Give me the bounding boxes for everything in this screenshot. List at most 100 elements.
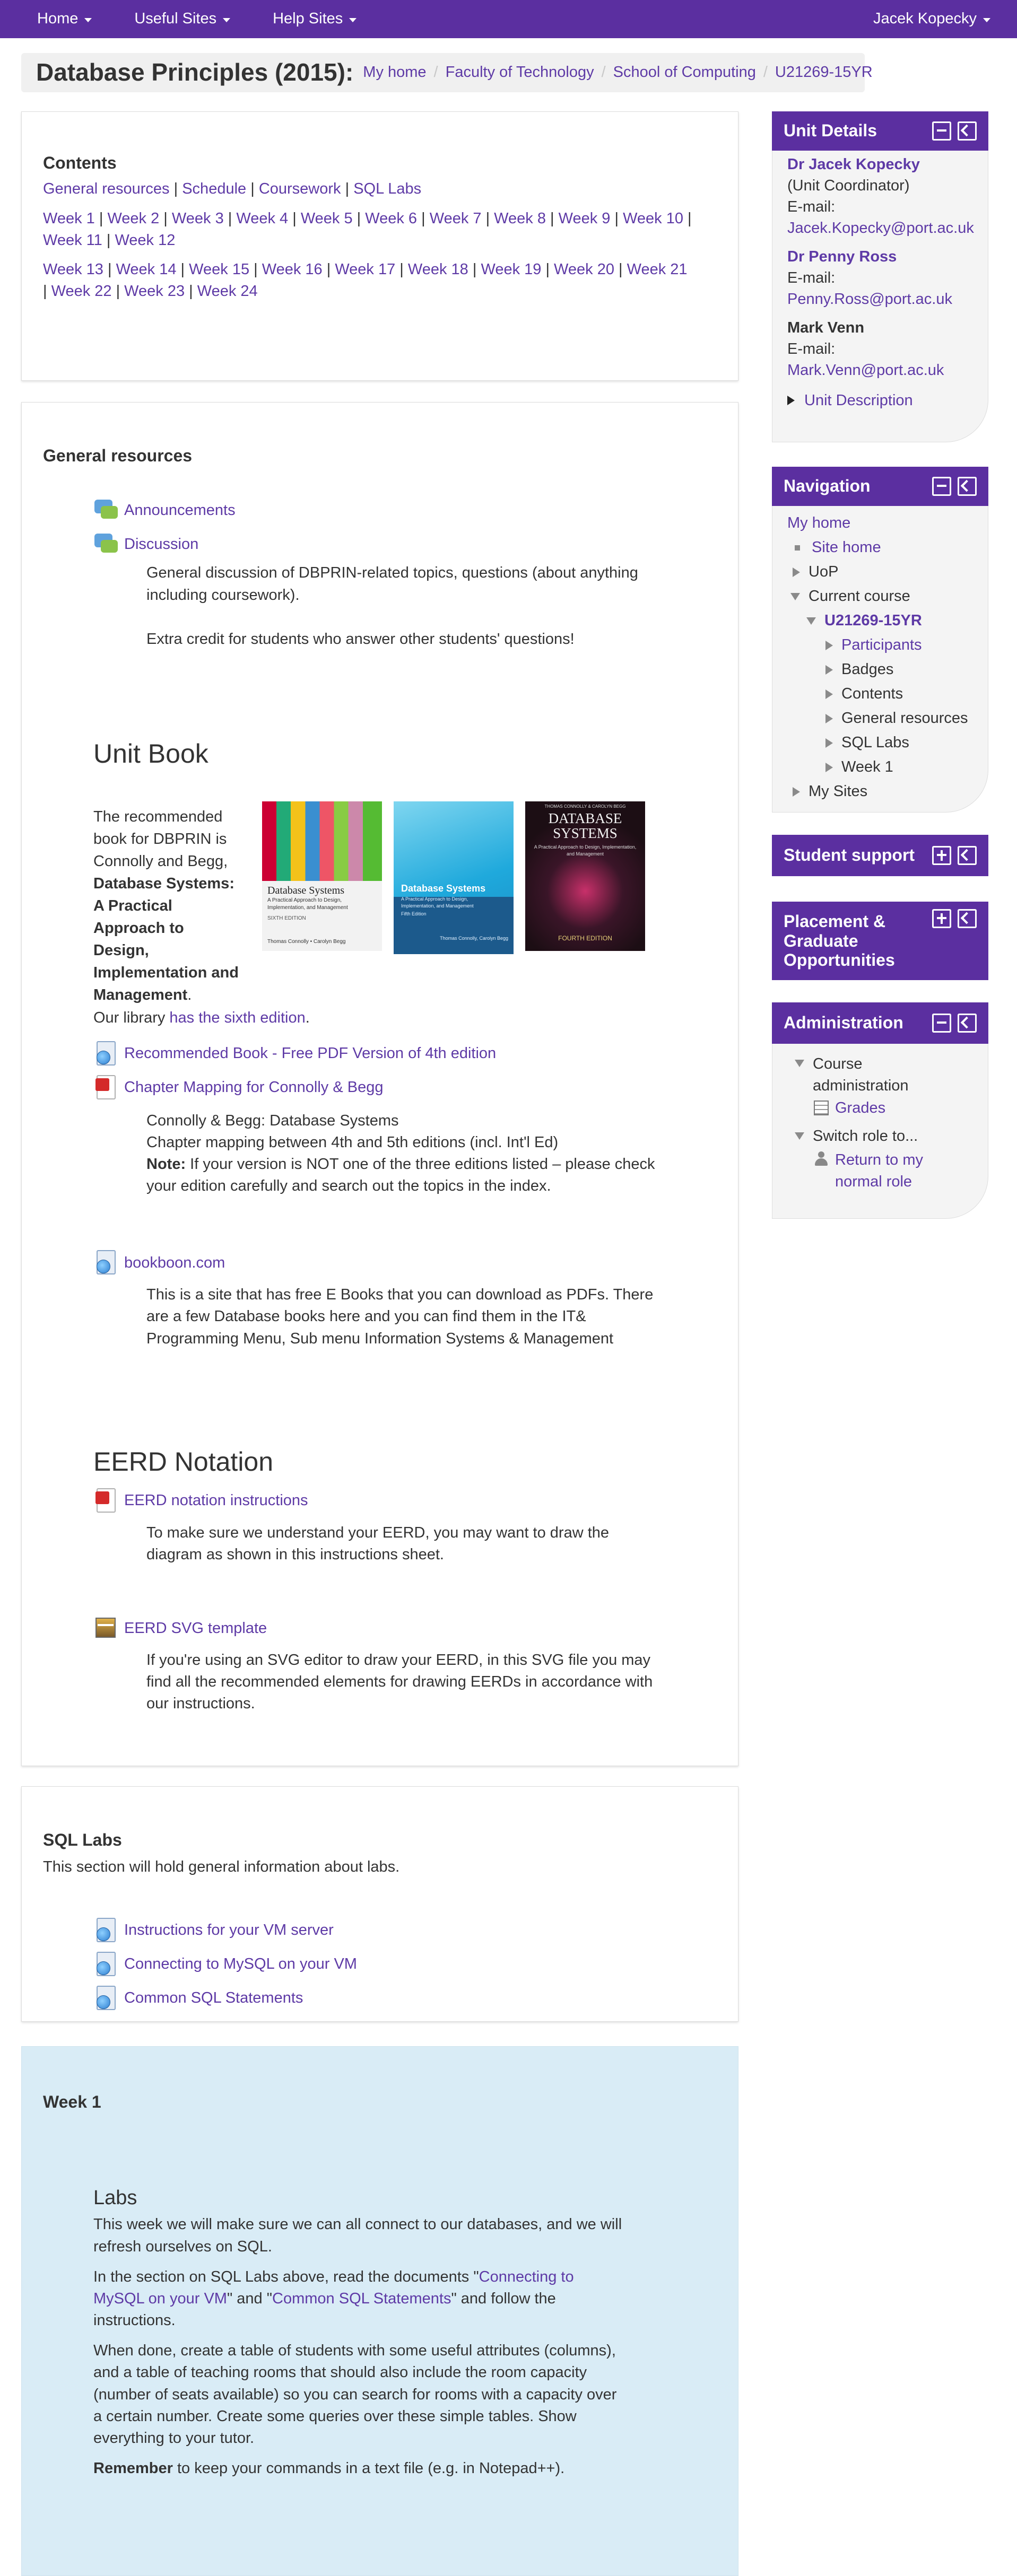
nav-my-home[interactable]: My home xyxy=(787,512,850,534)
show-block-icon[interactable] xyxy=(932,909,951,928)
nav-uop[interactable]: UoP xyxy=(787,560,973,584)
url-icon xyxy=(93,1041,119,1067)
sql-lab-link[interactable]: Common SQL Statements xyxy=(124,1987,303,2009)
week-link[interactable]: Week 8 xyxy=(494,210,546,227)
week-link[interactable]: Week 14 xyxy=(116,261,177,278)
grades-link[interactable]: Grades xyxy=(835,1097,885,1119)
breadcrumb-faculty[interactable]: Faculty of Technology xyxy=(446,62,594,83)
week-link[interactable]: Week 1 xyxy=(43,210,95,227)
contents-link-schedule[interactable]: Schedule xyxy=(182,180,246,197)
breadcrumb-course[interactable]: U21269-15YR xyxy=(775,62,873,83)
week-link[interactable]: Week 5 xyxy=(301,210,353,227)
week-link[interactable]: Week 6 xyxy=(365,210,417,227)
nav-course-link[interactable]: U21269-15YR xyxy=(824,610,922,632)
sql-lab-activity[interactable]: Connecting to MySQL on your VM xyxy=(93,1948,717,1981)
dock-block-icon[interactable] xyxy=(958,909,977,928)
week-link[interactable]: Week 22 xyxy=(51,283,112,300)
nav-general-resources[interactable]: General resources xyxy=(787,706,973,731)
eerd-instructions-activity[interactable]: EERD notation instructions xyxy=(93,1484,717,1518)
week-link[interactable]: Week 15 xyxy=(189,261,249,278)
student-support-header[interactable]: Student support xyxy=(772,835,988,876)
general-resources-section: General resources Announcements Discussi… xyxy=(21,402,738,1766)
unit-description-toggle[interactable]: Unit Description xyxy=(787,388,973,413)
announcements-link[interactable]: Announcements xyxy=(124,500,236,521)
hide-block-icon[interactable] xyxy=(932,1014,951,1033)
breadcrumb-school[interactable]: School of Computing xyxy=(613,62,756,83)
discussion-activity[interactable]: Discussion xyxy=(93,527,717,561)
user-menu[interactable]: Jacek Kopecky xyxy=(873,8,990,30)
staff-name-link[interactable]: Dr Penny Ross xyxy=(787,248,897,265)
week-link[interactable]: Week 12 xyxy=(115,232,175,249)
hide-block-icon[interactable] xyxy=(932,121,951,141)
nav-contents[interactable]: Contents xyxy=(787,682,973,706)
menu-useful-sites[interactable]: Useful Sites xyxy=(134,8,231,30)
pdf-book-activity[interactable]: Recommended Book - Free PDF Version of 4… xyxy=(93,1037,717,1071)
dock-block-icon[interactable] xyxy=(958,121,977,141)
announcements-activity[interactable]: Announcements xyxy=(93,493,717,527)
week-link[interactable]: Week 9 xyxy=(559,210,611,227)
sql-lab-activity[interactable]: Instructions for your VM server xyxy=(93,1914,717,1948)
staff-email-link[interactable]: Penny.Ross@port.ac.uk xyxy=(787,291,952,308)
staff-name-link[interactable]: Dr Jacek Kopecky xyxy=(787,156,920,173)
nav-sql-labs[interactable]: SQL Labs xyxy=(787,731,973,755)
week-link[interactable]: Week 19 xyxy=(481,261,541,278)
staff-email-link[interactable]: Jacek.Kopecky@port.ac.uk xyxy=(787,220,974,237)
sql-lab-activity[interactable]: Common SQL Statements xyxy=(93,1981,717,2015)
sql-lab-link[interactable]: Connecting to MySQL on your VM xyxy=(124,1953,357,1975)
hide-block-icon[interactable] xyxy=(932,477,951,496)
eerd-svg-link[interactable]: EERD SVG template xyxy=(124,1618,267,1639)
placement-header[interactable]: Placement & Graduate Opportunities xyxy=(772,902,988,980)
pdf-book-link[interactable]: Recommended Book - Free PDF Version of 4… xyxy=(124,1043,496,1064)
eerd-svg-desc: If you're using an SVG editor to draw yo… xyxy=(146,1652,653,1713)
library-link[interactable]: has the sixth edition xyxy=(169,1009,305,1026)
nav-site-home[interactable]: Site home xyxy=(812,537,881,558)
return-role-link[interactable]: Return to my normal role xyxy=(835,1149,925,1192)
week-link[interactable]: Week 23 xyxy=(124,283,185,300)
contents-link-coursework[interactable]: Coursework xyxy=(259,180,341,197)
contents-link-sql-labs[interactable]: SQL Labs xyxy=(353,180,421,197)
eerd-svg-activity[interactable]: EERD SVG template xyxy=(93,1611,717,1645)
week-link[interactable]: Week 3 xyxy=(172,210,224,227)
week-link[interactable]: Week 20 xyxy=(554,261,614,278)
grades-node[interactable]: Grades xyxy=(795,1096,973,1120)
return-role-node[interactable]: Return to my normal role xyxy=(795,1149,973,1192)
eerd-instructions-link[interactable]: EERD notation instructions xyxy=(124,1490,308,1512)
nav-participants[interactable]: Participants xyxy=(841,634,922,656)
week-link[interactable]: Week 13 xyxy=(43,261,103,278)
switch-role-node[interactable]: Switch role to... xyxy=(795,1123,973,1149)
week-1-link-common-sql[interactable]: Common SQL Statements xyxy=(272,2290,451,2307)
contents-link-general[interactable]: General resources xyxy=(43,180,170,197)
week-link[interactable]: Week 2 xyxy=(107,210,159,227)
week-link[interactable]: Week 24 xyxy=(197,283,258,300)
sql-lab-link[interactable]: Instructions for your VM server xyxy=(124,1919,334,1941)
week-link[interactable]: Week 7 xyxy=(430,210,482,227)
week-link[interactable]: Week 16 xyxy=(262,261,323,278)
week-link[interactable]: Week 18 xyxy=(408,261,468,278)
week-link[interactable]: Week 11 xyxy=(43,232,102,249)
nav-current-course[interactable]: Current course xyxy=(787,584,973,609)
url-icon xyxy=(93,1250,119,1276)
bookboon-link[interactable]: bookboon.com xyxy=(124,1252,225,1274)
nav-my-sites[interactable]: My Sites xyxy=(787,780,973,804)
chapter-mapping-link[interactable]: Chapter Mapping for Connolly & Begg xyxy=(124,1077,383,1098)
week-link[interactable]: Week 10 xyxy=(623,210,683,227)
nav-badges[interactable]: Badges xyxy=(787,658,973,682)
week-link[interactable]: Week 17 xyxy=(335,261,395,278)
show-block-icon[interactable] xyxy=(932,846,951,865)
week-link[interactable]: Week 21 xyxy=(627,261,688,278)
discussion-link[interactable]: Discussion xyxy=(124,534,198,555)
breadcrumb-my-home[interactable]: My home xyxy=(363,62,426,83)
menu-help-sites[interactable]: Help Sites xyxy=(273,8,357,30)
menu-home[interactable]: Home xyxy=(37,8,92,30)
week-link[interactable]: Week 4 xyxy=(236,210,288,227)
nav-week-1[interactable]: Week 1 xyxy=(787,755,973,780)
staff-email-link[interactable]: Mark.Venn@port.ac.uk xyxy=(787,362,944,379)
chapter-mapping-activity[interactable]: Chapter Mapping for Connolly & Begg xyxy=(93,1071,717,1105)
bookboon-activity[interactable]: bookboon.com xyxy=(93,1246,717,1280)
dock-block-icon[interactable] xyxy=(958,846,977,865)
course-admin-node[interactable]: Course administration xyxy=(795,1053,973,1096)
dock-block-icon[interactable] xyxy=(958,1014,977,1033)
dock-block-icon[interactable] xyxy=(958,477,977,496)
administration-block: Administration Course administration Gra… xyxy=(772,1002,988,1219)
unit-description-link[interactable]: Unit Description xyxy=(804,390,913,412)
